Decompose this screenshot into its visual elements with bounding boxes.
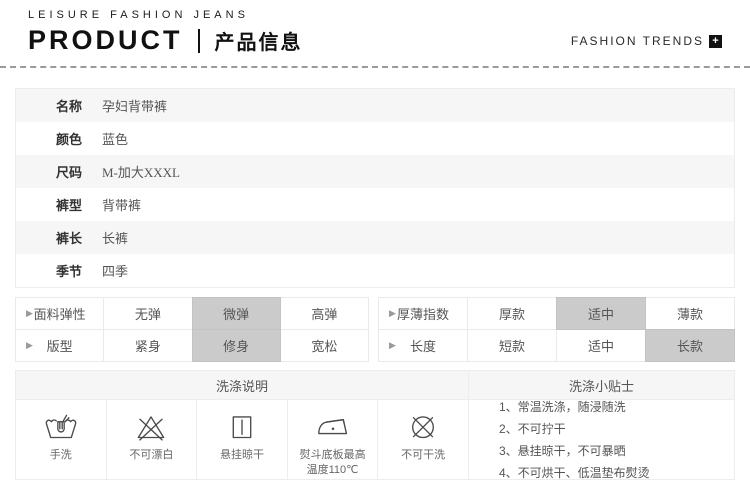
attribute-label: ▶ 厚薄指数 — [378, 297, 468, 330]
wash-item-no-dry-clean: 不可干洗 — [378, 400, 469, 479]
option-cell: 长款 — [645, 329, 735, 362]
wash-item-label: 熨斗底板最高温度110℃ — [299, 449, 366, 476]
product-info-page: LEISURE FASHION JEANS PRODUCT 产品信息 FASHI… — [0, 0, 750, 491]
row-label: 季节 — [56, 264, 83, 279]
header-left: LEISURE FASHION JEANS PRODUCT 产品信息 — [28, 9, 303, 56]
row-label: 名称 — [56, 99, 83, 114]
option-cell: 适中 — [556, 297, 646, 330]
attribute-label-text: 版型 — [46, 339, 73, 354]
iron-max-110-icon — [317, 419, 347, 435]
triangle-right-icon: ▶ — [26, 340, 33, 350]
option-cell: 宽松 — [279, 329, 369, 362]
page-title: PRODUCT 产品信息 — [28, 25, 303, 56]
table-row: 季节 四季 — [16, 254, 734, 287]
attribute-group-fit: ▶ 版型 紧身 修身 宽松 — [15, 329, 369, 362]
plus-square-icon: + — [709, 34, 722, 48]
wash-item-hand-wash: 手洗 — [16, 400, 107, 479]
table-row: 裤型 背带裤 — [16, 188, 734, 221]
option-cell: 无弹 — [103, 297, 193, 330]
option-cell: 紧身 — [103, 329, 193, 362]
row-value: 长裤 — [102, 231, 129, 246]
table-row: 尺码 M-加大XXXL — [16, 155, 734, 188]
row-value: 蓝色 — [102, 132, 129, 147]
table-row: 名称 孕妇背带裤 — [16, 89, 734, 122]
row-label: 尺码 — [56, 165, 83, 180]
wash-item-label: 手洗 — [49, 449, 72, 461]
attribute-group-length: ▶ 长度 短款 适中 长款 — [378, 329, 735, 362]
attribute-group-fabric-elasticity: ▶ 面料弹性 无弹 微弹 高弹 — [15, 297, 369, 330]
row-label: 裤长 — [56, 231, 83, 246]
fashion-trends-label: FASHION TRENDS + — [571, 34, 722, 56]
tip-line: 1、常温洗涤，随浸随洗 — [499, 399, 626, 414]
row-value: 四季 — [102, 264, 129, 279]
hang-dry-icon — [232, 416, 252, 439]
attribute-label-text: 面料弹性 — [33, 307, 86, 322]
wash-item-label: 不可漂白 — [129, 449, 174, 461]
attribute-label: ▶ 面料弹性 — [15, 297, 105, 330]
page-title-cn: 产品信息 — [214, 32, 303, 54]
fashion-trends-text: FASHION TRENDS — [570, 34, 704, 48]
washing-instructions-title: 洗涤说明 — [16, 371, 469, 399]
row-value: 背带裤 — [102, 198, 142, 213]
washing-tips-list: 1、常温洗涤，随浸随洗 2、不可拧干 3、悬挂晾干，不可暴晒 4、不可烘干、低温… — [469, 400, 734, 480]
product-info-table: 名称 孕妇背带裤 颜色 蓝色 尺码 M-加大XXXL 裤型 背带裤 裤长 长裤 … — [15, 88, 735, 288]
attribute-group-thickness: ▶ 厚薄指数 厚款 适中 薄款 — [378, 297, 735, 330]
no-bleach-icon — [138, 416, 165, 441]
washing-section: 洗涤说明 洗涤小贴士 手洗 不可漂白 悬挂晾干 熨斗底板最高温度110℃ 不可干… — [15, 370, 735, 480]
wash-item-label: 悬挂晾干 — [219, 449, 264, 461]
attribute-label: ▶ 版型 — [15, 329, 105, 362]
wash-item-iron: 熨斗底板最高温度110℃ — [288, 400, 379, 479]
washing-icons: 手洗 不可漂白 悬挂晾干 熨斗底板最高温度110℃ 不可干洗 — [16, 400, 469, 479]
attribute-col-left: ▶ 面料弹性 无弹 微弹 高弹 ▶ 版型 紧身 修身 宽松 — [15, 297, 369, 362]
no-dry-clean-icon — [412, 416, 435, 439]
page-header: LEISURE FASHION JEANS PRODUCT 产品信息 FASHI… — [0, 0, 750, 68]
washing-body: 手洗 不可漂白 悬挂晾干 熨斗底板最高温度110℃ 不可干洗 1、常温洗涤，随浸… — [16, 400, 734, 480]
option-cell: 短款 — [467, 329, 557, 362]
attribute-label-text: 长度 — [409, 339, 436, 354]
attribute-label: ▶ 长度 — [378, 329, 468, 362]
option-cell: 厚款 — [467, 297, 557, 330]
row-label: 裤型 — [56, 198, 83, 213]
row-value: 孕妇背带裤 — [102, 99, 168, 114]
table-row: 颜色 蓝色 — [16, 122, 734, 155]
option-cell: 微弹 — [191, 297, 281, 330]
title-divider — [197, 28, 200, 53]
option-cell: 高弹 — [279, 297, 369, 330]
option-cell: 薄款 — [645, 297, 735, 330]
wash-item-label: 不可干洗 — [401, 449, 446, 461]
row-label: 颜色 — [56, 132, 83, 147]
tip-line: 2、不可拧干 — [499, 421, 566, 436]
option-cell: 适中 — [556, 329, 646, 362]
tip-line: 4、不可烘干、低温垫布熨烫 — [499, 465, 650, 480]
page-title-en: PRODUCT — [28, 25, 183, 55]
attribute-grids: ▶ 面料弹性 无弹 微弹 高弹 ▶ 版型 紧身 修身 宽松 ▶ 厚薄指数 厚款 … — [15, 297, 735, 362]
attribute-col-right: ▶ 厚薄指数 厚款 适中 薄款 ▶ 长度 短款 适中 长款 — [378, 297, 735, 362]
triangle-right-icon: ▶ — [389, 308, 396, 318]
triangle-right-icon: ▶ — [26, 308, 33, 318]
triangle-right-icon: ▶ — [389, 340, 396, 350]
tip-line: 3、悬挂晾干，不可暴晒 — [499, 443, 626, 458]
wash-item-hang-dry: 悬挂晾干 — [197, 400, 288, 479]
wash-item-no-bleach: 不可漂白 — [107, 400, 198, 479]
hand-wash-icon — [45, 414, 77, 439]
table-row: 裤长 长裤 — [16, 221, 734, 254]
brand-tagline: LEISURE FASHION JEANS — [28, 9, 249, 21]
row-value: M-加大XXXL — [102, 165, 180, 180]
option-cell: 修身 — [191, 329, 281, 362]
attribute-label-text: 厚薄指数 — [396, 307, 449, 322]
